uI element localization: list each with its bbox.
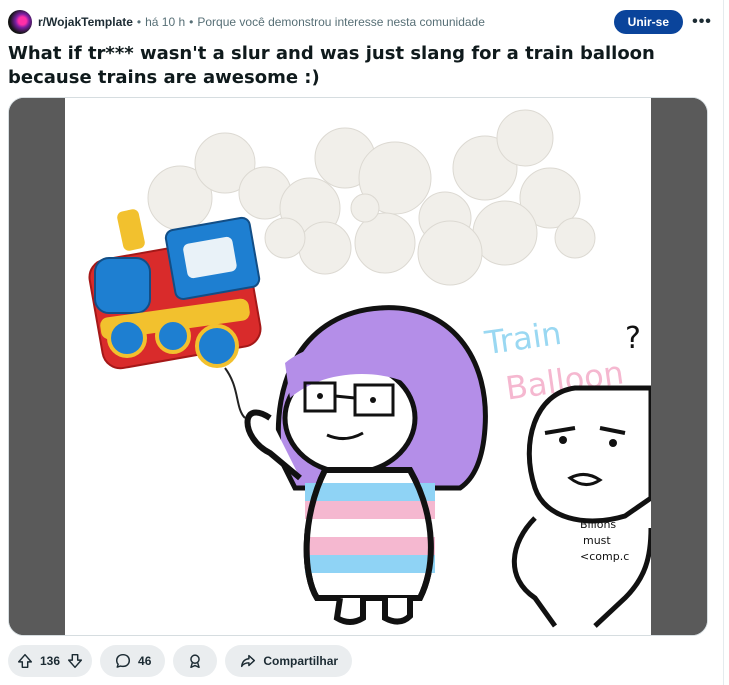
award-icon <box>186 652 204 670</box>
join-button[interactable]: Unir-se <box>613 10 683 34</box>
subreddit-name[interactable]: r/WojakTemplate <box>38 15 133 29</box>
post-image[interactable]: Train Balloon ? Billons must <comp.c <box>65 98 651 635</box>
post-time: há 10 h <box>145 15 186 29</box>
share-icon <box>239 652 257 670</box>
page-right-border <box>723 0 724 685</box>
media-blur-left <box>9 98 65 635</box>
downvote-icon[interactable] <box>66 652 84 670</box>
girl-drawing <box>244 305 488 625</box>
subreddit-avatar[interactable] <box>8 10 32 34</box>
comment-count: 46 <box>138 654 152 668</box>
meme-drawing: Train Balloon ? Billons must <comp.c <box>88 109 651 628</box>
post-title[interactable]: What if tr*** wasn't a slur and was just… <box>8 42 698 90</box>
upvote-count: 136 <box>40 654 61 668</box>
shirt-text-line1: Billons <box>580 518 616 531</box>
post-media[interactable]: Train Balloon ? Billons must <comp.c <box>8 97 708 636</box>
meta-separator: • <box>136 15 142 29</box>
shirt-text-line3: <comp.c <box>580 550 629 563</box>
award-button[interactable] <box>173 645 218 677</box>
vote-control: 136 <box>8 645 93 677</box>
meta-separator: • <box>189 15 194 29</box>
wojak-drawing: Billons must <comp.c <box>511 385 651 628</box>
media-blur-right <box>650 98 707 635</box>
comment-button[interactable]: 46 <box>100 645 166 677</box>
train-text: Train <box>482 314 564 362</box>
question-mark: ? <box>625 321 641 356</box>
post-header: r/WojakTemplate • há 10 h • Porque você … <box>8 9 715 35</box>
post-action-bar: 136 46 Compartilhar <box>8 645 353 677</box>
share-label: Compartilhar <box>263 654 339 668</box>
train-balloon <box>88 209 262 370</box>
comment-icon <box>114 652 132 670</box>
shirt-text-line2: must <box>583 534 611 547</box>
recommendation-reason: Porque você demonstrou interesse nesta c… <box>197 15 485 29</box>
more-icon[interactable]: ••• <box>689 9 715 35</box>
share-button[interactable]: Compartilhar <box>225 645 353 677</box>
upvote-icon[interactable] <box>16 652 34 670</box>
